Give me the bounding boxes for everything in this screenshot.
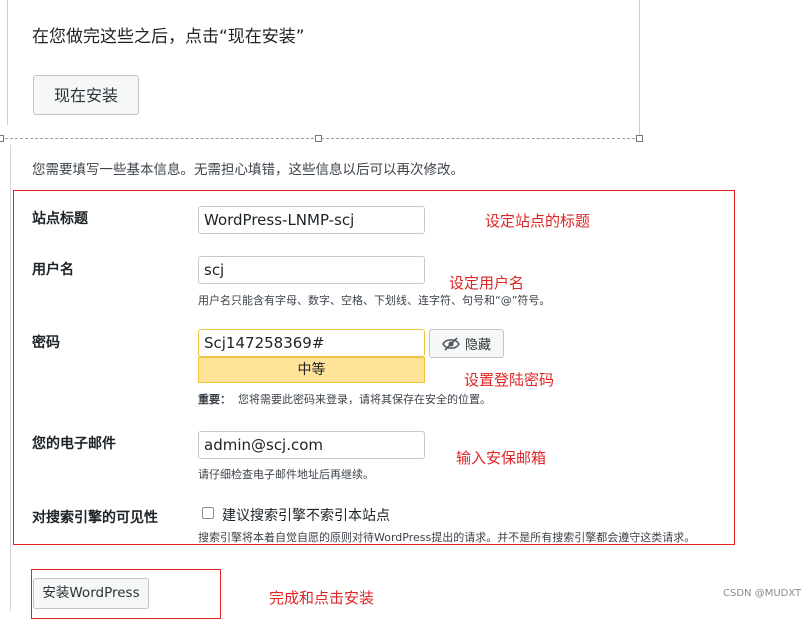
username-input[interactable]: scj [198,256,425,284]
watermark: CSDN @MUDXT [723,588,802,599]
content-border-left [10,145,11,611]
hide-password-label: 隐藏 [464,338,491,353]
password-note-bold: 重要： [198,393,231,406]
email-hint: 请仔细检查电子邮件地址后再继续。 [198,468,374,481]
visibility-hint: 搜索引擎将本着自觉自愿的原则对待WordPress提出的请求。并不是所有搜索引擎… [198,531,696,544]
password-strength-meter: 中等 [198,357,425,383]
email-input[interactable]: admin@scj.com [198,431,425,459]
eye-slash-icon [442,336,460,351]
search-engine-checkbox-label[interactable]: 建议搜索引擎不索引本站点 [222,505,390,525]
site-title-annotation: 设定站点的标题 [485,212,591,230]
resize-handle-left[interactable] [0,135,4,142]
install-annotation: 完成和点击安装 [269,589,375,607]
resize-handle-middle[interactable] [315,135,322,142]
frame-border-left [7,0,8,125]
password-annotation: 设置登陆密码 [464,371,555,389]
password-input[interactable]: Scj147258369# [198,329,425,357]
username-hint: 用户名只能含有字母、数字、空格、下划线、连字符、句号和“@”符号。 [198,294,551,307]
hide-password-button[interactable]: 隐藏 [429,329,504,358]
install-now-button[interactable]: 现在安装 [33,75,139,115]
visibility-label: 对搜索引擎的可见性 [32,510,158,526]
email-label: 您的电子邮件 [32,436,116,452]
username-label: 用户名 [32,262,74,278]
frame-border-right [639,0,640,138]
email-annotation: 输入安保邮箱 [456,449,547,467]
password-note: 重要： 您将需要此密码来登录，请将其保存在安全的位置。 [198,391,491,407]
username-annotation: 设定用户名 [449,274,525,292]
info-text: 您需要填写一些基本信息。无需担心填错，这些信息以后可以再次修改。 [32,162,464,178]
resize-handle-right[interactable] [636,135,643,142]
site-title-input[interactable]: WordPress-LNMP-scj [198,206,425,234]
site-title-label: 站点标题 [32,211,88,227]
password-note-text: 您将需要此密码来登录，请将其保存在安全的位置。 [238,393,491,406]
search-engine-checkbox[interactable] [202,507,214,519]
password-label: 密码 [32,335,60,351]
install-wordpress-button[interactable]: 安装WordPress [33,578,149,609]
intro-text: 在您做完这些之后，点击“现在安装” [32,27,305,47]
